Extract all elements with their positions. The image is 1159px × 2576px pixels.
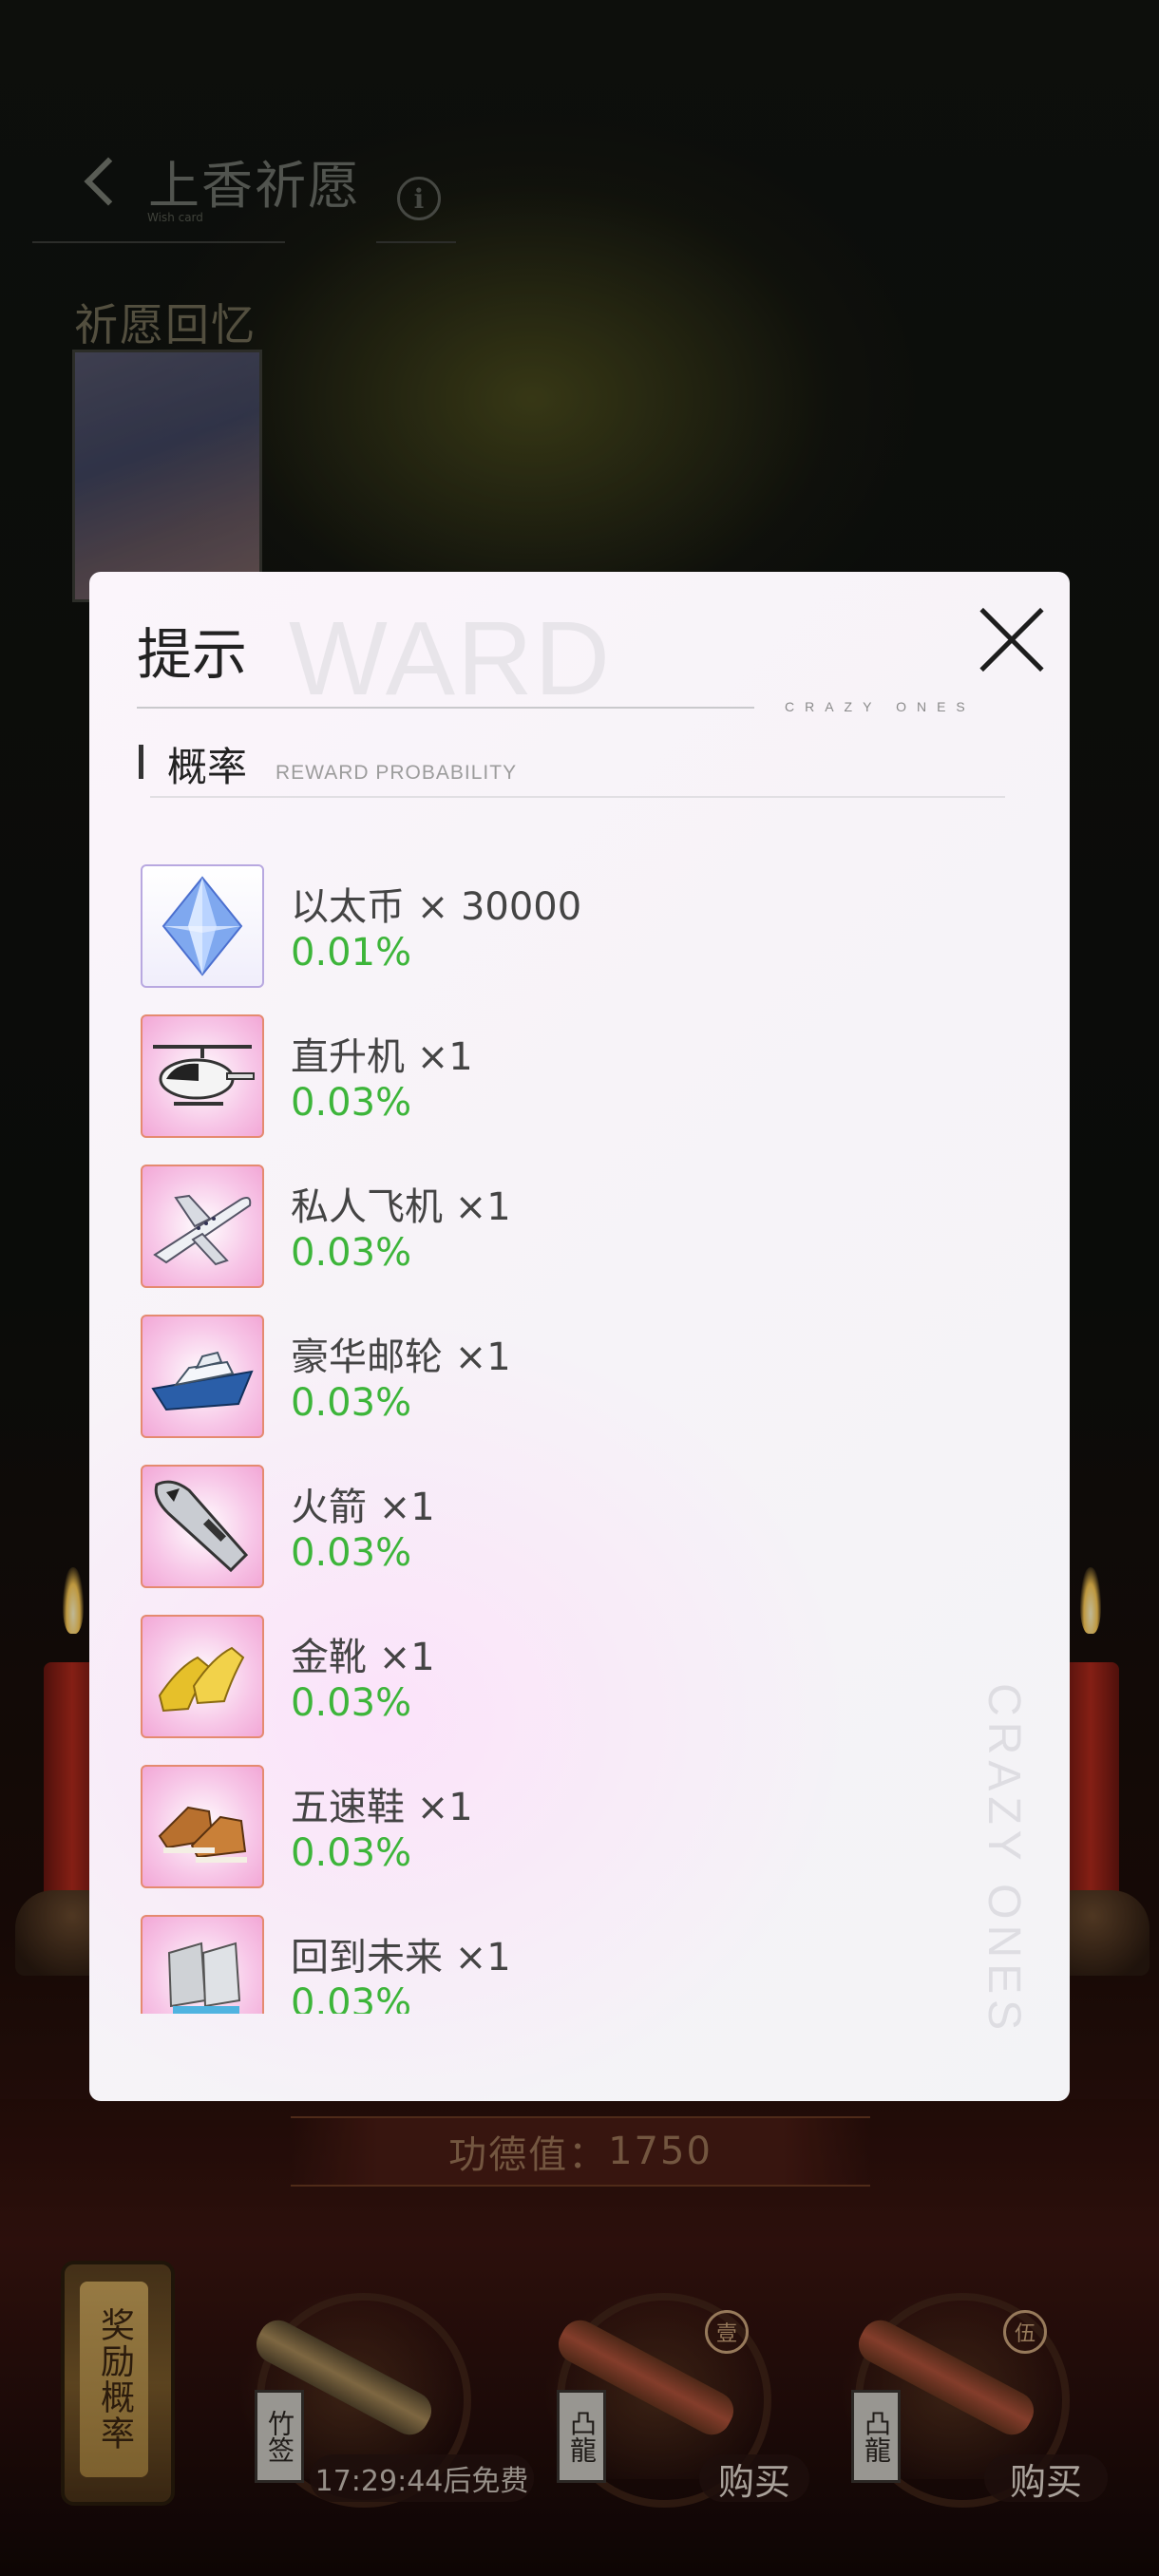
section-subtitle: REWARD PROBABILITY bbox=[276, 762, 518, 784]
section-title: 概率 bbox=[167, 744, 248, 790]
item-probability: 0.03% bbox=[291, 1981, 412, 2014]
item-name: 五速鞋 ×1 bbox=[291, 1786, 473, 1829]
list-item: 五速鞋 ×1 0.03% bbox=[141, 1765, 901, 1888]
item-probability: 0.03% bbox=[291, 1681, 412, 1725]
item-name: 豪华邮轮 ×1 bbox=[291, 1335, 511, 1379]
list-item: 直升机 ×1 0.03% bbox=[141, 1014, 901, 1138]
helicopter-icon bbox=[141, 1014, 264, 1138]
probability-dialog: WARD 提示 CRAZY ONES 概率 REWARD PROBABILITY… bbox=[89, 572, 1070, 2101]
probability-list[interactable]: 以太币 × 30000 0.01% 直升机 ×1 0.03% 私人飞机 ×1 0… bbox=[89, 857, 1070, 2014]
close-icon[interactable] bbox=[975, 604, 1047, 676]
rocket-icon bbox=[141, 1465, 264, 1588]
list-item: 火箭 ×1 0.03% bbox=[141, 1465, 901, 1588]
section-divider bbox=[150, 796, 1005, 798]
list-item: 豪华邮轮 ×1 0.03% bbox=[141, 1315, 901, 1438]
yacht-icon bbox=[141, 1315, 264, 1438]
back-to-future-shoes-icon bbox=[141, 1915, 264, 2014]
five-speed-shoes-icon bbox=[141, 1765, 264, 1888]
list-item: 金靴 ×1 0.03% bbox=[141, 1615, 901, 1738]
item-name: 以太币 × 30000 bbox=[291, 885, 582, 929]
item-name: 火箭 ×1 bbox=[291, 1486, 435, 1529]
item-probability: 0.03% bbox=[291, 1231, 412, 1275]
item-name: 私人飞机 ×1 bbox=[291, 1185, 511, 1229]
item-probability: 0.03% bbox=[291, 1081, 412, 1125]
crazy-ones-vertical: CRAZY ONES bbox=[978, 1683, 1029, 2036]
title-divider bbox=[137, 707, 754, 709]
item-name: 直升机 ×1 bbox=[291, 1035, 473, 1079]
ether-crystal-icon bbox=[141, 864, 264, 988]
item-probability: 0.03% bbox=[291, 1831, 412, 1875]
list-item: 回到未来 ×1 0.03% bbox=[141, 1915, 901, 2014]
item-probability: 0.03% bbox=[291, 1531, 412, 1575]
item-name: 金靴 ×1 bbox=[291, 1636, 435, 1679]
private-jet-icon bbox=[141, 1165, 264, 1288]
crazy-ones-caption: CRAZY ONES bbox=[785, 699, 976, 714]
item-probability: 0.03% bbox=[291, 1381, 412, 1425]
item-probability: 0.01% bbox=[291, 931, 412, 975]
reward-watermark: WARD bbox=[289, 600, 612, 717]
golden-boots-icon bbox=[141, 1615, 264, 1738]
item-name: 回到未来 ×1 bbox=[291, 1936, 511, 1979]
list-item: 以太币 × 30000 0.01% bbox=[141, 864, 901, 988]
section-marker bbox=[139, 745, 143, 779]
list-item: 私人飞机 ×1 0.03% bbox=[141, 1165, 901, 1288]
dialog-title: 提示 bbox=[137, 622, 248, 687]
